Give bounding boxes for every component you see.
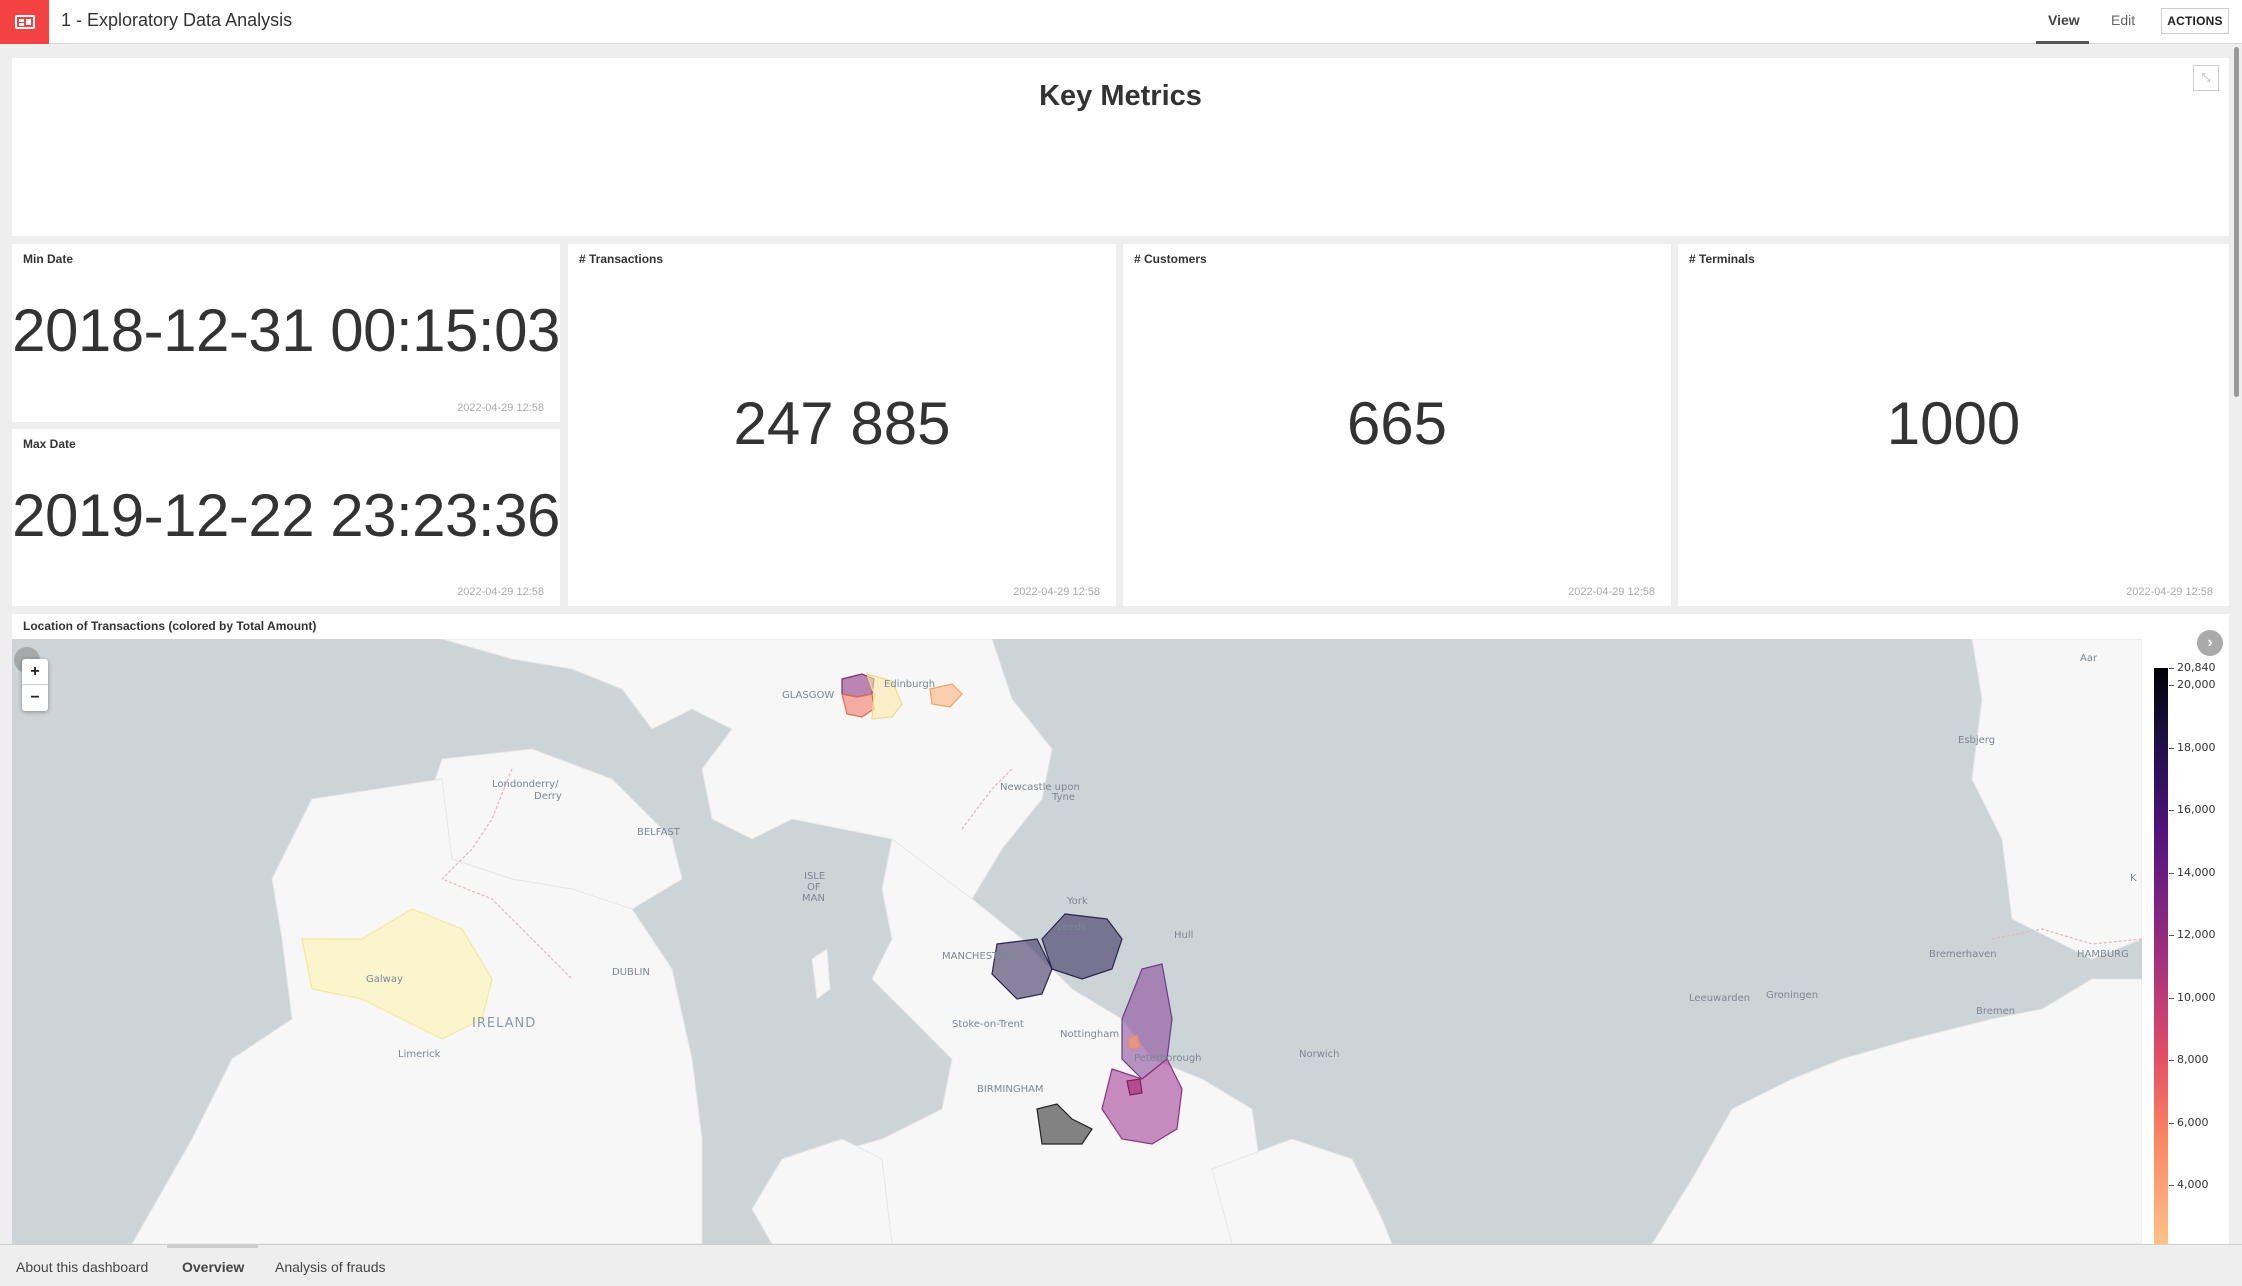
key-metrics-header: Key Metrics ⤡ [12,58,2229,236]
metric-tile-customers: # Customers 665 2022-04-29 12:58 [1123,244,1671,606]
label-nottingham: Nottingham [1060,1029,1119,1040]
map-next-icon[interactable]: › [2197,630,2223,656]
label-man: MAN [802,893,825,904]
page-tab-frauds[interactable]: Analysis of frauds [275,1259,386,1275]
label-edinburgh: Edinburgh [884,679,935,690]
metric-label: # Customers [1134,252,1207,266]
label-londonderry: Londonderry/ [492,779,559,790]
label-norwich: Norwich [1299,1049,1340,1060]
metric-tile-transactions: # Transactions 247 885 2022-04-29 12:58 [568,244,1116,606]
label-derry: Derry [534,791,562,802]
page-tab-overview[interactable]: Overview [182,1259,244,1275]
metric-label: # Terminals [1689,252,1755,266]
land-denmark [1971,639,2142,960]
metric-timestamp: 2022-04-29 12:58 [1568,586,1655,598]
colorbar-tick: 8,000 [2169,1053,2209,1066]
active-page-indicator [167,1245,258,1248]
label-peterborough: Peterborough [1134,1053,1202,1064]
label-limerick: Limerick [398,1049,441,1060]
metric-value: 1000 [1886,390,2021,457]
metric-label: Max Date [23,437,76,451]
label-ki: K [2130,873,2137,884]
tab-view[interactable]: View [2048,12,2080,28]
dashboard-title: 1 - Exploratory Data Analysis [61,10,293,30]
page-tab-about[interactable]: About this dashboard [16,1259,148,1275]
label-dublin: DUBLIN [612,967,650,978]
colorbar-tick: 6,000 [2169,1116,2209,1129]
label-esbjerg: Esbjerg [1958,735,1995,746]
metric-value: 665 [1346,390,1448,457]
transactions-map-card: Location of Transactions (colored by Tot… [12,614,2229,1244]
tab-edit[interactable]: Edit [2111,12,2135,28]
label-galway: Galway [366,974,403,985]
border-layer [440,768,2142,980]
colorbar-tick: 20,000 [2169,678,2216,691]
fullscreen-icon[interactable]: ⤡ [2193,65,2219,91]
label-groningen: Groningen [1766,990,1818,1001]
metric-value: 2018-12-31 00:15:03 [12,297,560,364]
metric-tile-min-date: Min Date 2018-12-31 00:15:03 2022-04-29 … [12,244,560,422]
page-tabs: About this dashboard Overview Analysis o… [0,1244,2242,1286]
map-zoom-control: + − [22,659,48,711]
region-leicester [1126,1078,1143,1096]
land-isle-of-man [811,948,831,1000]
colorbar-tick: 10,000 [2169,991,2216,1004]
metric-timestamp: 2022-04-29 12:58 [457,586,544,598]
metric-value: 2019-12-22 23:23:36 [12,482,560,549]
label-of: OF [807,882,821,893]
colorbar-tick: 14,000 [2169,866,2216,879]
label-leeds: Leeds [1057,922,1086,933]
dashboard-icon[interactable] [0,0,49,44]
metric-value: 247 885 [733,390,951,457]
active-tab-indicator [2036,41,2089,44]
colorbar-tick: 16,000 [2169,803,2216,816]
metric-tile-terminals: # Terminals 1000 2022-04-29 12:58 [1678,244,2229,606]
label-tyne: Tyne [1051,792,1075,803]
zoom-in-button[interactable]: + [22,659,48,685]
land-wales [751,1138,893,1244]
top-bar: 1 - Exploratory Data Analysis View Edit … [0,0,2242,44]
label-hamburg: HAMBURG [2077,949,2129,960]
metric-timestamp: 2022-04-29 12:58 [2126,586,2213,598]
metric-tile-max-date: Max Date 2019-12-22 23:23:36 2022-04-29 … [12,429,560,606]
label-bremen: Bremen [1976,1006,2015,1017]
label-manchester: MANCHESTER [942,951,1012,962]
label-glasgow: GLASGOW [782,690,834,701]
label-bremerhaven: Bremerhaven [1929,949,1997,960]
label-birmingham: BIRMINGHAM [977,1084,1044,1095]
section-title: Key Metrics [1039,80,1202,112]
colorbar [2154,668,2168,1244]
label-aar: Aar [2080,653,2098,664]
map-title: Location of Transactions (colored by Tot… [23,619,317,633]
land-germany-nl [1651,978,2142,1244]
actions-button[interactable]: ACTIONS [2161,8,2229,34]
metric-timestamp: 2022-04-29 12:58 [1013,586,1100,598]
label-isle: ISLE [804,871,825,882]
label-york: York [1066,896,1088,907]
scrollbar-thumb[interactable] [2234,47,2239,397]
label-leeuwarden: Leeuwarden [1689,993,1750,1004]
colorbar-tick: 18,000 [2169,741,2216,754]
zoom-out-button[interactable]: − [22,685,48,711]
label-hull: Hull [1174,930,1193,941]
colorbar-tick-max: 20,840 [2169,661,2216,674]
metric-label: Min Date [23,252,74,266]
metric-timestamp: 2022-04-29 12:58 [457,402,544,414]
colorbar-tick: 4,000 [2169,1178,2209,1191]
label-belfast: BELFAST [637,827,681,838]
label-ireland: IRELAND [472,1016,536,1031]
colorbar-tick: 12,000 [2169,928,2216,941]
label-stoke: Stoke-on-Trent [952,1019,1024,1030]
map-svg[interactable]: GLASGOW Edinburgh Londonderry/ Derry BEL… [12,639,2142,1244]
metric-label: # Transactions [579,252,664,266]
map-canvas[interactable]: GLASGOW Edinburgh Londonderry/ Derry BEL… [12,639,2142,1244]
